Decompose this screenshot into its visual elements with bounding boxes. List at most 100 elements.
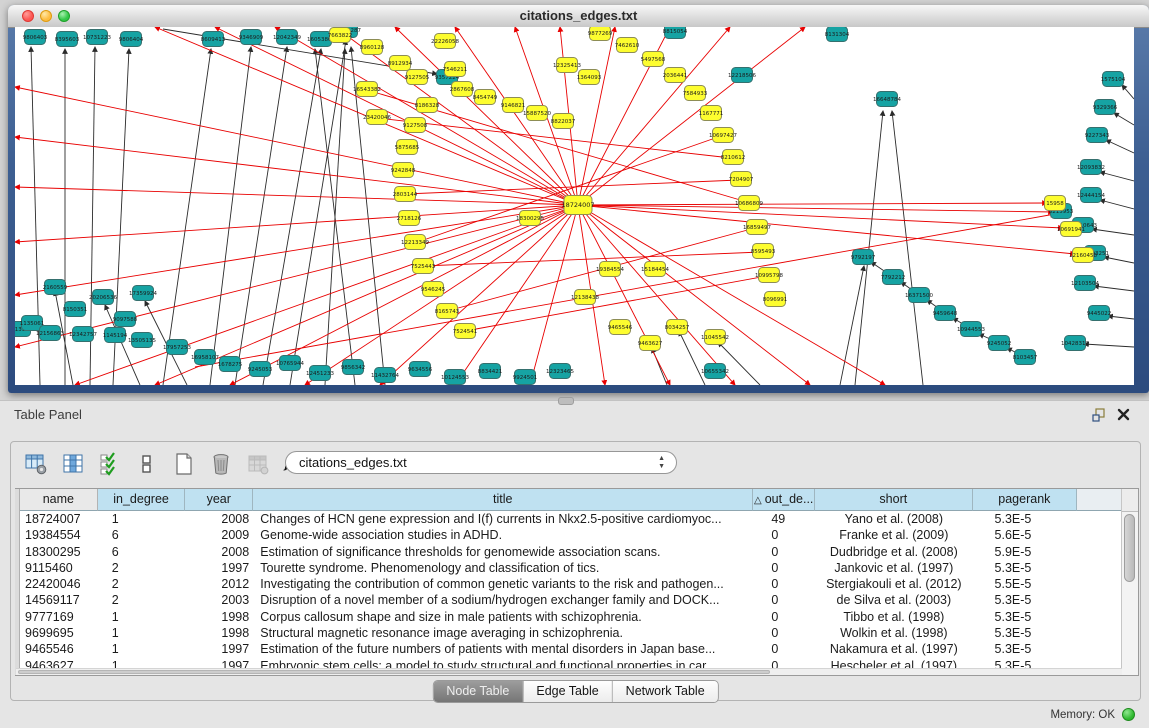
graph-edge[interactable] — [235, 47, 287, 385]
graph-node[interactable]: 8034257 — [665, 320, 690, 335]
graph-node[interactable]: 19384554 — [596, 262, 624, 277]
table-cell[interactable]: 9465546 — [20, 641, 98, 657]
table-cell[interactable]: 0 — [753, 609, 815, 625]
graph-node[interactable]: 9445022 — [1087, 306, 1112, 321]
graph-node[interactable]: 10731223 — [83, 30, 111, 45]
table-cell[interactable]: 1998 — [185, 625, 253, 641]
table-cell[interactable]: 1 — [98, 641, 186, 657]
table-cell[interactable]: 5.3E-5 — [973, 592, 1078, 608]
graph-node[interactable]: 7792212 — [881, 270, 906, 285]
table-cell[interactable]: 5.3E-5 — [973, 625, 1078, 641]
graph-node[interactable]: 16543382 — [353, 82, 381, 97]
graph-node[interactable]: 11045542 — [701, 330, 729, 345]
tab-network-table[interactable]: Network Table — [613, 681, 718, 702]
graph-node[interactable]: 15958 — [1045, 196, 1066, 211]
vertical-scrollbar-thumb[interactable] — [1124, 514, 1135, 582]
graph-node[interactable]: 15887520 — [523, 106, 551, 121]
graph-edge[interactable] — [1092, 229, 1134, 235]
table-cell[interactable]: 49 — [753, 511, 815, 527]
graph-node[interactable]: 10944553 — [957, 322, 985, 337]
graph-node[interactable]: 7584933 — [683, 86, 708, 101]
graph-node[interactable]: 2718126 — [397, 211, 422, 226]
graph-node[interactable]: 15184454 — [641, 262, 669, 277]
graph-node[interactable]: 7525443 — [411, 259, 436, 274]
table-cell[interactable]: Wolkin et al. (1998) — [815, 625, 972, 641]
graph-node[interactable]: 8131304 — [825, 27, 850, 42]
delete-table-icon[interactable] — [208, 451, 234, 477]
graph-node[interactable]: 9792197 — [851, 250, 876, 265]
close-panel-icon[interactable] — [1116, 407, 1131, 422]
graph-node[interactable]: 9806403 — [23, 30, 48, 45]
graph-edge[interactable] — [15, 87, 578, 205]
table-row[interactable]: 1456911722003Disruption of a novel membe… — [20, 592, 1122, 608]
table-cell[interactable]: Jankovic et al. (1997) — [815, 560, 972, 576]
graph-node[interactable]: 16958107 — [191, 350, 219, 365]
table-cell[interactable]: 0 — [753, 592, 815, 608]
graph-node[interactable]: 7663822 — [328, 28, 353, 43]
graph-node[interactable]: 9127505 — [405, 70, 430, 85]
table-cell[interactable]: 1998 — [185, 609, 253, 625]
graph-node[interactable]: 13505135 — [128, 333, 156, 348]
graph-node[interactable]: 9346909 — [239, 30, 264, 45]
column-header-in-degree[interactable]: in_degree — [98, 489, 186, 511]
table-cell[interactable]: 0 — [753, 527, 815, 543]
graph-node[interactable]: 2803144 — [393, 187, 418, 202]
graph-node[interactable]: 12444154 — [1077, 188, 1105, 203]
table-cell[interactable]: Tourette syndrome. Phenomenology and cla… — [253, 560, 753, 576]
graph-node[interactable]: 2160559 — [43, 280, 68, 295]
import-table-icon[interactable] — [245, 451, 271, 477]
table-cell[interactable]: Nakamura et al. (1997) — [815, 641, 972, 657]
table-row[interactable]: 969969511998Structural magnetic resonanc… — [20, 625, 1122, 641]
graph-node[interactable]: 9463627 — [638, 336, 663, 351]
graph-node[interactable]: 9227343 — [1085, 128, 1110, 143]
table-cell[interactable]: 5.9E-5 — [973, 544, 1078, 560]
graph-node[interactable]: 8960128 — [360, 40, 385, 55]
table-cell[interactable]: 2008 — [185, 511, 253, 527]
graph-node[interactable]: 1364093 — [577, 70, 602, 85]
graph-node[interactable]: 18300295 — [516, 211, 544, 226]
table-cell[interactable]: 14569117 — [20, 592, 98, 608]
graph-node[interactable]: 9634556 — [408, 362, 433, 377]
graph-node[interactable]: 1145194 — [103, 328, 128, 343]
graph-node[interactable]: 8834421 — [478, 364, 503, 379]
horizontal-scrollbar-thumb[interactable] — [18, 670, 770, 674]
graph-node[interactable]: 12160458 — [1069, 248, 1097, 263]
float-panel-icon[interactable] — [1091, 407, 1107, 423]
graph-node[interactable]: 23420046 — [363, 110, 391, 125]
table-cell[interactable]: 1997 — [185, 641, 253, 657]
table-row[interactable]: 977716911998Corpus callosum shape and si… — [20, 609, 1122, 625]
table-cell[interactable] — [1077, 576, 1122, 592]
graph-node[interactable]: 12042349 — [273, 30, 301, 45]
graph-node[interactable]: 12093832 — [1077, 160, 1105, 175]
tab-edge-table[interactable]: Edge Table — [523, 681, 612, 702]
graph-node[interactable]: 12213349 — [401, 235, 429, 250]
graph-node[interactable]: 22226058 — [431, 34, 459, 49]
graph-node[interactable]: 9329366 — [1093, 100, 1118, 115]
table-row[interactable]: 911546021997Tourette syndrome. Phenomeno… — [20, 560, 1122, 576]
table-cell[interactable]: 2 — [98, 592, 186, 608]
graph-edge[interactable] — [578, 203, 1047, 205]
table-cell[interactable]: 1 — [98, 625, 186, 641]
table-cell[interactable]: 19384554 — [20, 527, 98, 543]
graph-node[interactable]: 18724007 — [561, 196, 594, 215]
table-cell[interactable]: Changes of HCN gene expression and I(f) … — [253, 511, 753, 527]
graph-node[interactable]: 9127508 — [403, 118, 428, 133]
graph-node[interactable]: 12103504 — [1071, 276, 1099, 291]
table-cell[interactable]: 0 — [753, 576, 815, 592]
graph-edge[interactable] — [1100, 172, 1134, 181]
table-cell[interactable] — [1077, 625, 1122, 641]
table-cell[interactable]: 1 — [98, 511, 186, 527]
row-mode-icon[interactable] — [134, 451, 160, 477]
table-cell[interactable]: 18300295 — [20, 544, 98, 560]
table-cell[interactable]: 2012 — [185, 576, 253, 592]
column-header-short[interactable]: short — [815, 489, 972, 511]
graph-node[interactable]: 1575104 — [1101, 72, 1126, 87]
table-cell[interactable]: 2 — [98, 576, 186, 592]
table-cell[interactable]: 9699695 — [20, 625, 98, 641]
graph-edge[interactable] — [718, 342, 760, 385]
table-cell[interactable]: 0 — [753, 544, 815, 560]
graph-node[interactable]: 8210612 — [721, 150, 746, 165]
table-cell[interactable]: 1997 — [185, 560, 253, 576]
select-columns-icon[interactable] — [60, 451, 86, 477]
window-titlebar[interactable]: citations_edges.txt — [8, 5, 1149, 28]
